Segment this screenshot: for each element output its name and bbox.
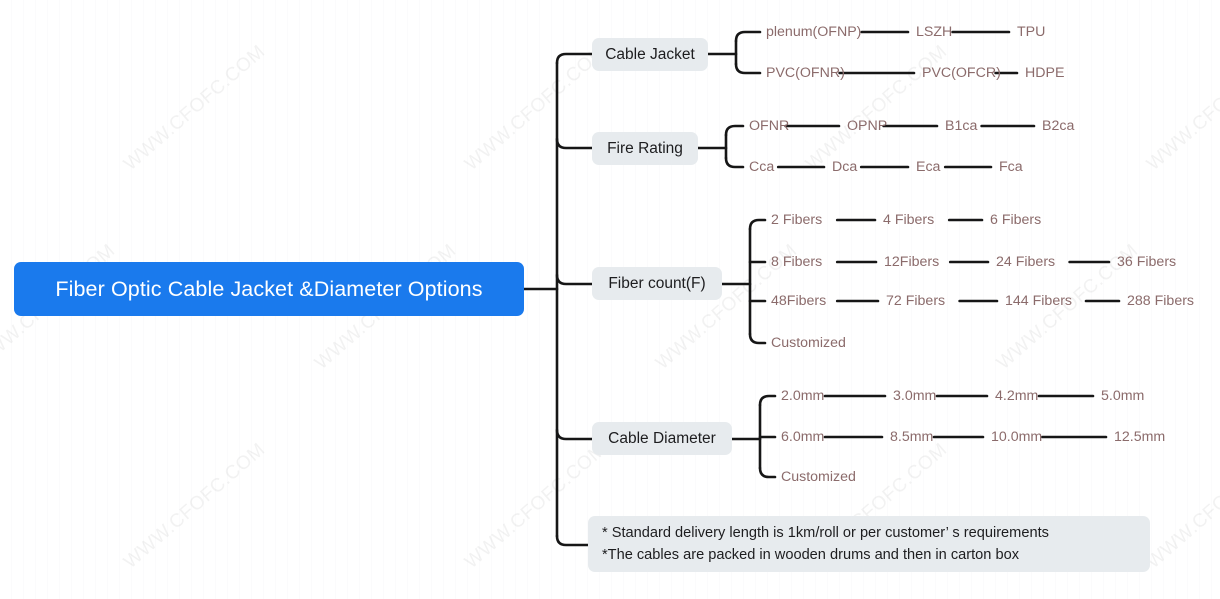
- leaf-label[interactable]: 5.0mm: [1101, 388, 1144, 404]
- leaf-label[interactable]: 8 Fibers: [771, 254, 822, 270]
- branch-node-label: Fire Rating: [607, 139, 683, 157]
- leaf-label[interactable]: PVC(OFCR): [922, 65, 1001, 81]
- leaf-label[interactable]: 4 Fibers: [883, 212, 934, 228]
- note-box[interactable]: * Standard delivery length is 1km/roll o…: [588, 516, 1150, 572]
- branch-node-label: Cable Jacket: [605, 45, 695, 63]
- leaf-label[interactable]: Cca: [749, 159, 774, 175]
- leaf-label[interactable]: Fca: [999, 159, 1023, 175]
- leaf-label[interactable]: 6 Fibers: [990, 212, 1041, 228]
- leaf-label[interactable]: B1ca: [945, 118, 977, 134]
- leaf-label[interactable]: 4.2mm: [995, 388, 1038, 404]
- root-node-label: Fiber Optic Cable Jacket &Diameter Optio…: [55, 276, 483, 301]
- leaf-label[interactable]: 288 Fibers: [1127, 293, 1194, 309]
- leaf-label[interactable]: LSZH: [916, 24, 952, 40]
- root-node-fiber-optic-cable-jacket-diameter-options[interactable]: Fiber Optic Cable Jacket &Diameter Optio…: [14, 262, 524, 316]
- leaf-label[interactable]: 10.0mm: [991, 429, 1042, 445]
- mindmap-canvas: WWW.CFOFC.COM WWW.CFOFC.COM WWW.CFOFC.COM W…: [0, 0, 1220, 599]
- leaf-label[interactable]: Eca: [916, 159, 940, 175]
- leaf-label[interactable]: 24 Fibers: [996, 254, 1055, 270]
- leaf-label[interactable]: HDPE: [1025, 65, 1064, 81]
- branch-node-label: Fiber count(F): [608, 274, 706, 292]
- leaf-label[interactable]: 2.0mm: [781, 388, 824, 404]
- leaf-label[interactable]: PVC(OFNR): [766, 65, 845, 81]
- branch-node-fire-rating[interactable]: Fire Rating: [592, 132, 698, 165]
- leaf-label[interactable]: 144 Fibers: [1005, 293, 1072, 309]
- branch-node-cable-jacket[interactable]: Cable Jacket: [592, 38, 708, 71]
- branch-node-cable-diameter[interactable]: Cable Diameter: [592, 422, 732, 455]
- leaf-label[interactable]: 2 Fibers: [771, 212, 822, 228]
- leaf-label[interactable]: TPU: [1017, 24, 1045, 40]
- leaf-label[interactable]: Customized: [781, 469, 856, 485]
- nodes-layer: Fiber Optic Cable Jacket &Diameter Optio…: [0, 0, 1220, 599]
- note-line-2: *The cables are packed in wooden drums a…: [602, 547, 1019, 563]
- leaf-label[interactable]: 36 Fibers: [1117, 254, 1176, 270]
- note-line-1: * Standard delivery length is 1km/roll o…: [602, 525, 1049, 541]
- leaf-label[interactable]: 3.0mm: [893, 388, 936, 404]
- leaf-label[interactable]: OFNR: [749, 118, 789, 134]
- leaf-label[interactable]: 8.5mm: [890, 429, 933, 445]
- leaf-label[interactable]: 48Fibers: [771, 293, 826, 309]
- leaf-label[interactable]: 72 Fibers: [886, 293, 945, 309]
- branch-node-fiber-count[interactable]: Fiber count(F): [592, 267, 722, 300]
- leaf-label[interactable]: 6.0mm: [781, 429, 824, 445]
- leaf-label[interactable]: OPNP: [847, 118, 887, 134]
- leaf-label[interactable]: B2ca: [1042, 118, 1074, 134]
- branch-node-label: Cable Diameter: [608, 429, 716, 447]
- leaf-label[interactable]: Dca: [832, 159, 857, 175]
- leaf-label[interactable]: Customized: [771, 335, 846, 351]
- leaf-label[interactable]: 12Fibers: [884, 254, 939, 270]
- leaf-label[interactable]: 12.5mm: [1114, 429, 1165, 445]
- leaf-label[interactable]: plenum(OFNP): [766, 24, 861, 40]
